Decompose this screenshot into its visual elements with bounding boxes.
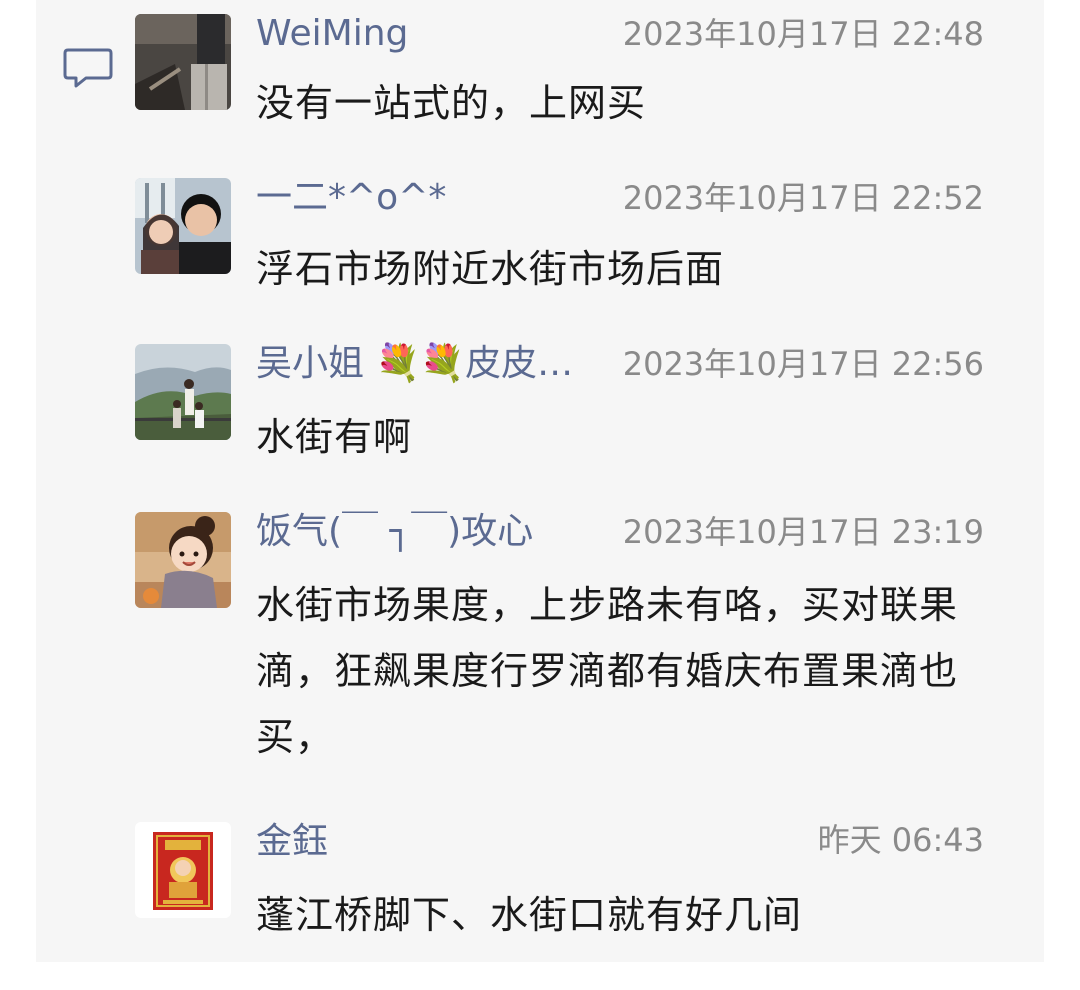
- avatar-yier[interactable]: [135, 178, 231, 274]
- avatar-wu[interactable]: [135, 344, 231, 440]
- comment-text: 蓬江桥脚下、水街口就有好几间: [256, 893, 803, 937]
- comment-text: 水街市场果度，上步路未有咯，买对联果滴，狂飙果度行罗滴都有婚庆布置果滴也买，: [256, 583, 959, 759]
- comment-icon[interactable]: [62, 46, 114, 92]
- commenter-name[interactable]: 吴小姐 💐💐皮皮…: [256, 342, 573, 386]
- cartoon-girl-avatar: [135, 512, 231, 608]
- commenter-name[interactable]: 一二*^o^*: [256, 176, 446, 220]
- avatar-fanqi[interactable]: [135, 512, 231, 608]
- red-card-avatar: [135, 822, 231, 918]
- photo-street-avatar: [135, 14, 231, 110]
- commenter-name[interactable]: 饭气(￣ ┐￣)攻心: [256, 510, 533, 554]
- comment-time: 2023年10月17日 23:19: [622, 513, 984, 551]
- avatar-jinyu[interactable]: [135, 822, 231, 918]
- avatar-weiming[interactable]: [135, 14, 231, 110]
- comment-time: 2023年10月17日 22:52: [622, 179, 984, 217]
- commenter-name[interactable]: WeiMing: [256, 12, 408, 56]
- comment-text: 水街有啊: [256, 415, 413, 459]
- photo-couple-avatar: [135, 178, 231, 274]
- comment-time: 2023年10月17日 22:56: [622, 345, 984, 383]
- photo-family-avatar: [135, 344, 231, 440]
- comment-time: 昨天 06:43: [817, 821, 984, 859]
- comment-time: 2023年10月17日 22:48: [622, 15, 984, 53]
- commenter-name[interactable]: 金鈺: [256, 820, 328, 864]
- comment-text: 浮石市场附近水街市场后面: [256, 247, 725, 291]
- comment-text: 没有一站式的，上网买: [256, 81, 647, 125]
